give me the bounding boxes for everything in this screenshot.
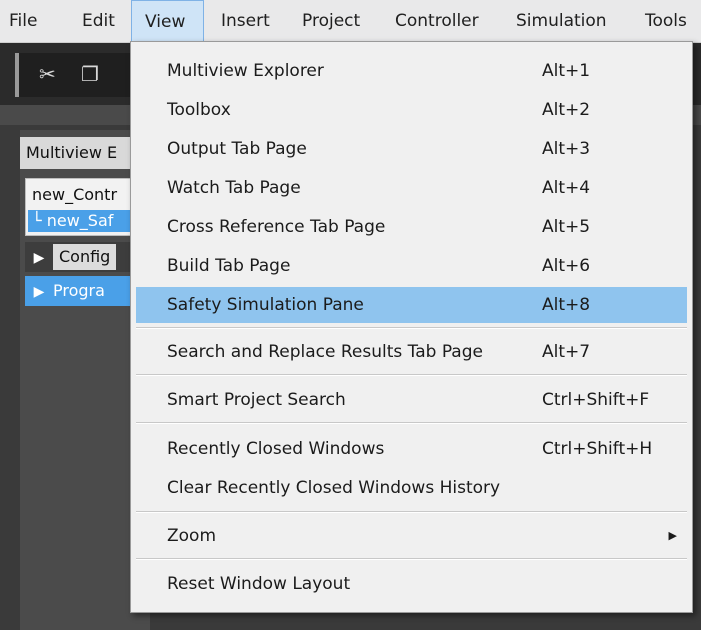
menu-item-label: Recently Closed Windows <box>167 439 385 459</box>
menu-item-label: Toolbox <box>167 100 231 120</box>
menu-item-safety-simulation-pane[interactable]: Safety Simulation Pane Alt+8 <box>136 287 687 323</box>
controller-label: new_Contr <box>32 185 118 204</box>
copy-icon[interactable]: ❐ <box>81 62 99 86</box>
menu-item-label: Cross Reference Tab Page <box>167 217 386 237</box>
menu-item-label: Output Tab Page <box>167 139 307 159</box>
menu-item-shortcut: Alt+7 <box>542 342 591 362</box>
menu-item-label: Watch Tab Page <box>167 178 301 198</box>
menu-item-smart-project-search[interactable]: Smart Project Search Ctrl+Shift+F <box>136 382 687 418</box>
menu-item-label: Clear Recently Closed Windows History <box>167 478 501 498</box>
menu-controller[interactable]: Controller <box>395 0 479 42</box>
menu-file[interactable]: File <box>9 0 37 42</box>
menu-item-watch-tab-page[interactable]: Watch Tab Page Alt+4 <box>136 170 687 206</box>
menu-tools[interactable]: Tools <box>645 0 687 42</box>
menu-item-shortcut: Alt+6 <box>542 256 591 276</box>
menu-item-zoom[interactable]: Zoom ▶ <box>136 518 687 554</box>
menu-item-cross-reference-tab-page[interactable]: Cross Reference Tab Page Alt+5 <box>136 209 687 245</box>
menu-item-recently-closed-windows[interactable]: Recently Closed Windows Ctrl+Shift+H <box>136 431 687 467</box>
menu-item-label: Build Tab Page <box>167 256 291 276</box>
menu-item-shortcut: Alt+2 <box>542 100 591 120</box>
menu-item-multiview-explorer[interactable]: Multiview Explorer Alt+1 <box>136 53 687 89</box>
menu-item-shortcut: Ctrl+Shift+H <box>542 439 653 459</box>
tree-item-label: Config <box>53 244 117 270</box>
menu-item-search-replace-results[interactable]: Search and Replace Results Tab Page Alt+… <box>136 334 687 370</box>
menu-item-shortcut: Alt+3 <box>542 139 591 159</box>
menu-item-label: Search and Replace Results Tab Page <box>167 342 483 362</box>
menu-item-label: Safety Simulation Pane <box>167 295 364 315</box>
menu-item-label: Reset Window Layout <box>167 574 351 594</box>
menu-separator <box>136 558 687 560</box>
menu-insert[interactable]: Insert <box>221 0 270 42</box>
menu-item-clear-recently-closed[interactable]: Clear Recently Closed Windows History <box>136 470 687 506</box>
menu-item-output-tab-page[interactable]: Output Tab Page Alt+3 <box>136 131 687 167</box>
menu-item-shortcut: Alt+5 <box>542 217 591 237</box>
menu-item-toolbox[interactable]: Toolbox Alt+2 <box>136 92 687 128</box>
menu-edit[interactable]: Edit <box>82 0 115 42</box>
expand-triangle-icon[interactable]: ▶ <box>25 243 53 273</box>
menu-separator <box>136 374 687 376</box>
toolbar-group: ✂ ❐ <box>15 53 139 97</box>
expand-triangle-icon[interactable]: ▶ <box>25 277 53 307</box>
menu-project[interactable]: Project <box>302 0 360 42</box>
menu-item-shortcut: Ctrl+Shift+F <box>542 390 650 410</box>
menu-item-label: Multiview Explorer <box>167 61 324 81</box>
menu-bar: File Edit View Insert Project Controller… <box>0 0 701 43</box>
submenu-arrow-icon: ▶ <box>668 529 677 542</box>
menu-separator <box>136 422 687 424</box>
menu-item-label: Smart Project Search <box>167 390 346 410</box>
menu-view[interactable]: View <box>131 0 204 41</box>
menu-item-shortcut: Alt+1 <box>542 61 591 81</box>
menu-separator <box>136 327 687 329</box>
menu-item-shortcut: Alt+4 <box>542 178 591 198</box>
menu-item-reset-window-layout[interactable]: Reset Window Layout <box>136 566 687 602</box>
menu-item-build-tab-page[interactable]: Build Tab Page Alt+6 <box>136 248 687 284</box>
view-menu-dropdown: Multiview Explorer Alt+1 Toolbox Alt+2 O… <box>130 41 693 613</box>
cut-icon[interactable]: ✂ <box>39 62 56 86</box>
menu-simulation[interactable]: Simulation <box>516 0 607 42</box>
menu-separator <box>136 511 687 513</box>
menu-item-label: Zoom <box>167 526 217 546</box>
menu-item-shortcut: Alt+8 <box>542 295 591 315</box>
tree-item-label: Progra <box>53 281 105 300</box>
